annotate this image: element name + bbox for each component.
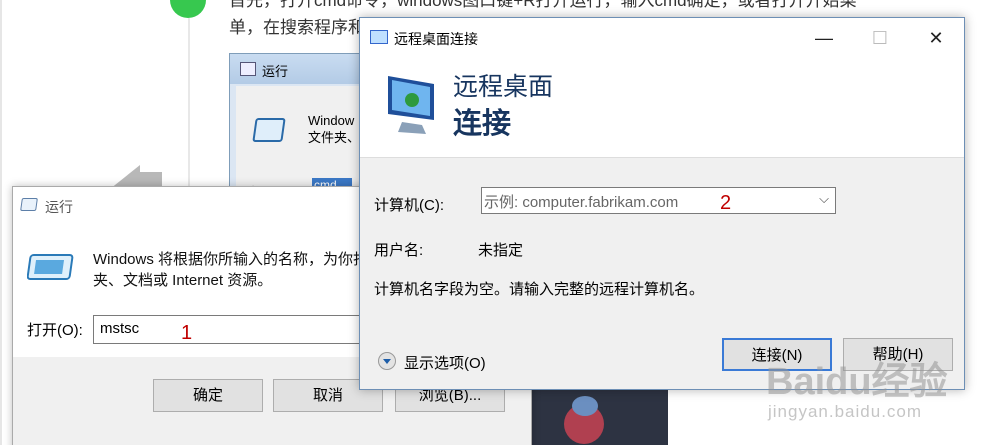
show-options-link[interactable]: 显示选项(O)	[404, 352, 486, 373]
step-circle	[170, 0, 206, 18]
computer-combobox[interactable]: 示例: computer.fabrikam.com ⌵	[481, 187, 836, 214]
rdc-title: 远程桌面连接	[394, 31, 478, 47]
background-image	[520, 390, 668, 445]
remote-desktop-monitor-icon	[388, 76, 434, 134]
run-title: 运行	[45, 199, 73, 215]
watermark-url: jingyan.baidu.com	[768, 402, 923, 421]
minimize-button[interactable]: —	[796, 18, 852, 58]
run-desc-line2: 夹、文档或 Internet 资源。	[93, 272, 273, 289]
chevron-down-icon[interactable]: ⌵	[819, 191, 829, 207]
username-label: 用户名:	[374, 242, 424, 259]
expand-options-icon[interactable]	[378, 352, 396, 370]
ok-button[interactable]: 确定	[153, 379, 263, 412]
rdc-banner: 远程桌面 连接	[360, 58, 964, 158]
annotation-step-2: 2	[720, 192, 732, 214]
annotation-step-1: 1	[181, 322, 193, 344]
old-run-text-line1: Window	[308, 113, 355, 128]
open-input[interactable]: mstsc	[93, 315, 393, 344]
rdc-banner-title: 远程桌面	[453, 73, 554, 101]
computer-label: 计算机(C):	[374, 197, 444, 214]
maximize-button[interactable]: ☐	[852, 18, 908, 58]
run-program-icon	[27, 254, 74, 280]
watermark-brand: Baidu经验	[766, 361, 948, 403]
old-run-title: 运行	[262, 64, 289, 79]
rdc-message: 计算机名字段为空。请输入完整的远程计算机名。	[374, 281, 705, 298]
remote-desktop-icon	[370, 30, 388, 44]
run-desc-line1: Windows 将根据你所输入的名称，为你打	[93, 251, 369, 268]
remote-desktop-dialog: 远程桌面连接 — ☐ ✕ 远程桌面 连接 计算机(C): 示例: compute…	[359, 17, 965, 390]
run-description: Windows 将根据你所输入的名称，为你打 夹、文档或 Internet 资源…	[93, 249, 368, 291]
computer-placeholder: 示例: computer.fabrikam.com	[484, 194, 679, 211]
article-line-2: 单，在搜索程序和	[229, 18, 365, 37]
run-large-icon	[252, 118, 286, 142]
rdc-titlebar[interactable]: 远程桌面连接 — ☐ ✕	[360, 18, 964, 58]
rdc-banner-subtitle: 连接	[453, 108, 512, 140]
run-icon	[240, 62, 256, 76]
image-blob-2	[572, 396, 598, 416]
left-rule	[0, 0, 2, 445]
open-label: 打开(O):	[27, 322, 83, 339]
run-icon	[20, 198, 38, 211]
old-run-text: Window 文件夹、	[308, 112, 360, 146]
close-button[interactable]: ✕	[908, 18, 964, 58]
old-run-text-line2: 文件夹、	[308, 130, 361, 145]
username-value: 未指定	[478, 242, 524, 259]
